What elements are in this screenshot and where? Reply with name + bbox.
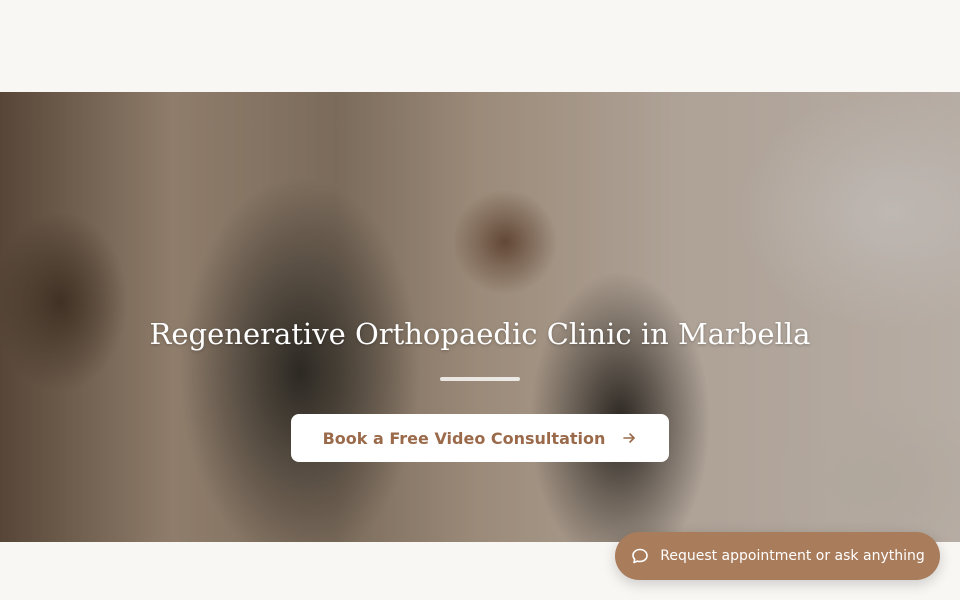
book-consultation-button[interactable]: Book a Free Video Consultation — [291, 414, 669, 462]
chat-widget-label: Request appointment or ask anything — [660, 548, 925, 564]
chat-widget-button[interactable]: Request appointment or ask anything — [615, 532, 940, 580]
hero-divider — [440, 377, 520, 381]
top-bar — [0, 0, 960, 92]
hero-title: Regenerative Orthopaedic Clinic in Marbe… — [149, 317, 811, 351]
book-consultation-label: Book a Free Video Consultation — [322, 428, 606, 448]
arrow-right-icon — [621, 430, 637, 446]
chat-bubble-icon — [630, 546, 650, 566]
